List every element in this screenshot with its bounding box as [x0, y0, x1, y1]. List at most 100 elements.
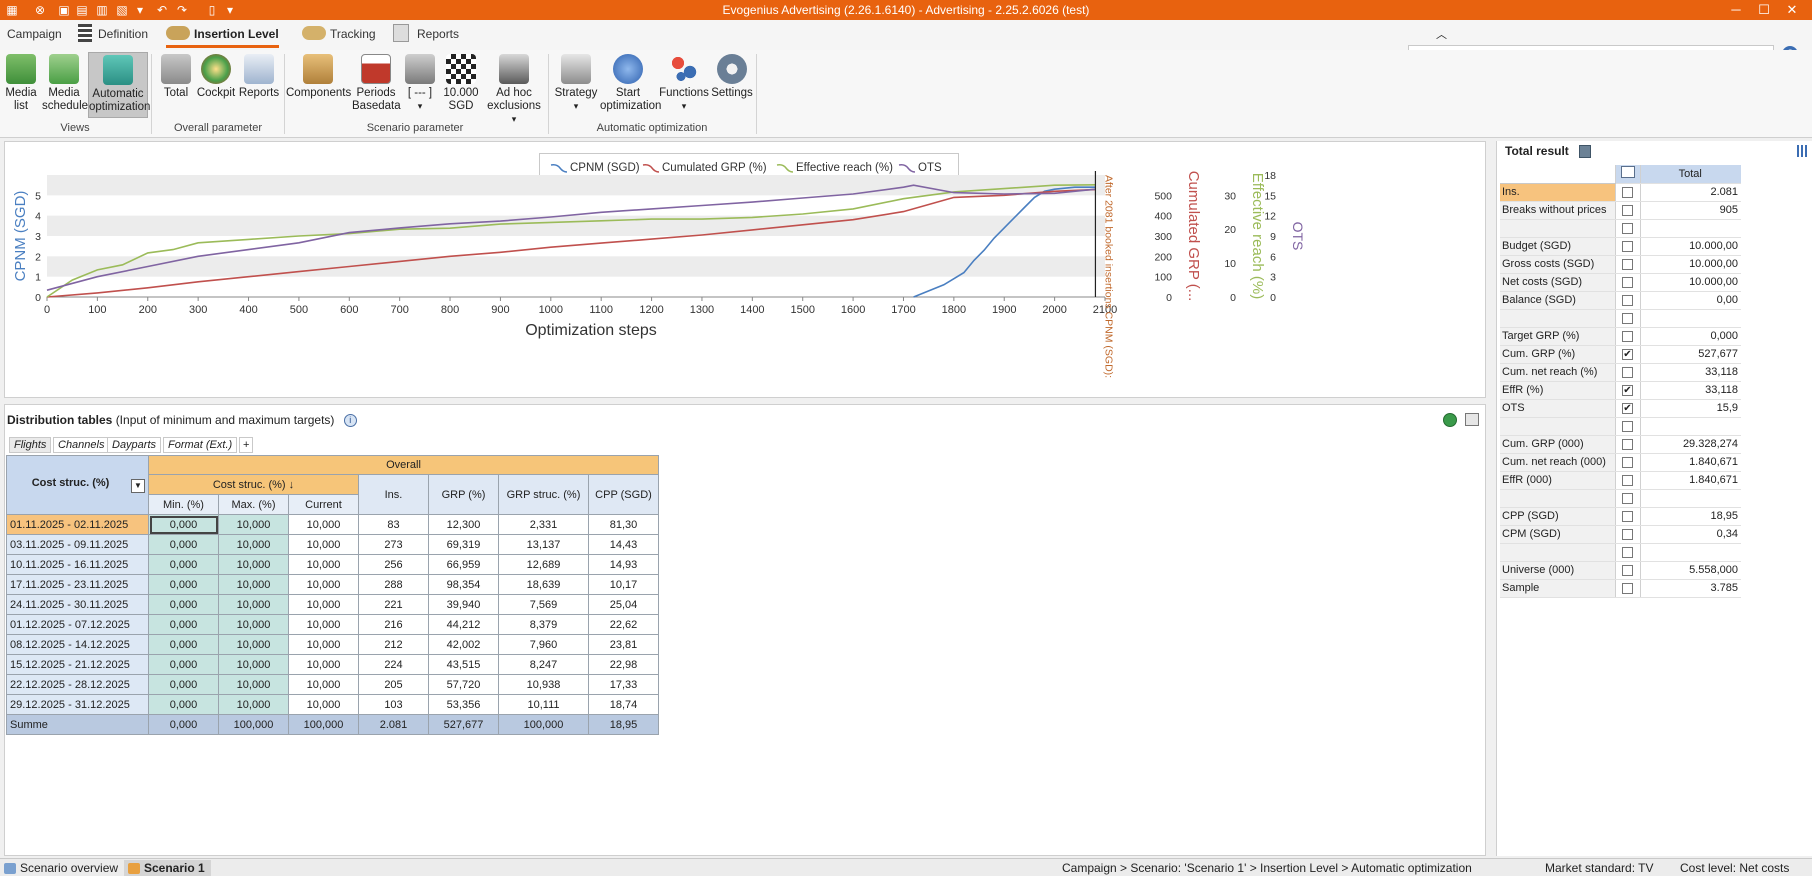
total-column-header[interactable]: Total: [1639, 165, 1741, 184]
tab-tracking[interactable]: Tracking: [302, 26, 376, 41]
checkbox[interactable]: [1622, 330, 1633, 342]
checkbox-checked[interactable]: ✔: [1622, 348, 1633, 360]
cell-min[interactable]: 0,000: [148, 674, 219, 695]
checkbox[interactable]: [1622, 222, 1633, 234]
cell-max[interactable]: 10,000: [218, 694, 289, 715]
checkbox[interactable]: [1622, 510, 1633, 522]
adhoc-exclusions-button[interactable]: Ad hoc exclusions ▾: [484, 52, 544, 126]
cell-max[interactable]: 10,000: [218, 674, 289, 695]
checkbox[interactable]: [1622, 528, 1633, 540]
tab-scenario-overview[interactable]: Scenario overview: [0, 860, 124, 876]
cell-max[interactable]: 10,000: [218, 514, 289, 535]
settings-button[interactable]: Settings: [710, 52, 754, 100]
checkbox[interactable]: [1622, 456, 1633, 468]
col-header-cpp[interactable]: CPP (SGD): [588, 474, 659, 515]
checkbox[interactable]: [1622, 258, 1633, 270]
checkbox[interactable]: [1622, 276, 1633, 288]
checkbox[interactable]: [1622, 240, 1633, 252]
checkbox[interactable]: [1622, 492, 1633, 504]
cell-min[interactable]: 0,000: [148, 534, 219, 555]
tab-reports[interactable]: Reports: [393, 24, 459, 42]
cell-min[interactable]: 0,000: [148, 634, 219, 655]
cell-min[interactable]: 0,000: [148, 554, 219, 575]
checkbox-checked[interactable]: ✔: [1622, 384, 1633, 396]
media-schedule-button[interactable]: Media schedule: [42, 52, 88, 113]
row-label[interactable]: 08.12.2025 - 14.12.2025: [6, 634, 149, 655]
cockpit-button[interactable]: Cockpit: [196, 52, 236, 100]
columns-icon[interactable]: [1797, 145, 1809, 157]
row-label[interactable]: 15.12.2025 - 21.12.2025: [6, 654, 149, 675]
add-tab-icon[interactable]: +: [239, 437, 254, 453]
periods-basedata-button[interactable]: Periods Basedata: [352, 52, 401, 113]
row-label[interactable]: 24.11.2025 - 30.11.2025: [6, 594, 149, 615]
tab-format-ext[interactable]: Format (Ext.): [163, 437, 238, 453]
cell-min[interactable]: 0,000: [148, 574, 219, 595]
tab-scenario-1[interactable]: Scenario 1: [124, 860, 211, 876]
maximize-button[interactable]: ☐: [1750, 0, 1778, 20]
cell-max[interactable]: 10,000: [218, 534, 289, 555]
collapse-ribbon-icon[interactable]: ︿: [1436, 26, 1447, 42]
row-label[interactable]: 29.12.2025 - 31.12.2025: [6, 694, 149, 715]
tab-channels[interactable]: Channels: [53, 437, 110, 453]
start-optimization-button[interactable]: Start optimization: [600, 52, 661, 113]
row-label[interactable]: 01.12.2025 - 07.12.2025: [6, 614, 149, 635]
budget-button[interactable]: 10.000 SGD: [440, 52, 482, 113]
components-button[interactable]: Components: [286, 52, 351, 100]
checkbox[interactable]: [1622, 420, 1633, 432]
strategy-button[interactable]: Strategy ▾: [552, 52, 600, 113]
minimize-button[interactable]: ─: [1722, 0, 1750, 20]
checkbox[interactable]: [1622, 438, 1633, 450]
cell-min[interactable]: 0,000: [148, 654, 219, 675]
chart-toggle-header[interactable]: [1614, 165, 1640, 184]
checkbox[interactable]: [1622, 204, 1633, 216]
tab-dayparts[interactable]: Dayparts: [107, 437, 162, 453]
tab-flights[interactable]: Flights: [9, 437, 52, 453]
col-header-grp[interactable]: GRP (%): [428, 474, 499, 515]
chevron-down-icon[interactable]: ▼: [131, 479, 145, 493]
media-list-button[interactable]: Media list: [2, 52, 40, 113]
total-result-settings-icon[interactable]: [1579, 145, 1591, 158]
cell-max[interactable]: 10,000: [218, 554, 289, 575]
refresh-icon[interactable]: [1443, 413, 1457, 427]
cell-min[interactable]: 0,000: [148, 594, 219, 615]
col-header-ins[interactable]: Ins.: [358, 474, 429, 515]
functions-button[interactable]: Functions ▾: [658, 52, 710, 113]
info-icon[interactable]: i: [343, 414, 357, 428]
row-label[interactable]: Summe: [6, 714, 149, 735]
tab-definition[interactable]: Definition: [78, 24, 148, 42]
reports-button[interactable]: Reports: [238, 52, 280, 100]
total-button[interactable]: Total: [158, 52, 194, 100]
checkbox[interactable]: [1622, 546, 1633, 558]
checkbox[interactable]: [1622, 294, 1633, 306]
tab-insertion-level[interactable]: Insertion Level: [166, 26, 279, 48]
row-label[interactable]: 10.11.2025 - 16.11.2025: [6, 554, 149, 575]
checkbox[interactable]: [1622, 366, 1633, 378]
corner-header[interactable]: Cost struc. (%) ▼: [6, 455, 149, 515]
checkbox[interactable]: [1622, 186, 1633, 198]
automatic-optimization-view-button[interactable]: Automatic optimization: [88, 52, 150, 118]
table-settings-icon[interactable]: [1465, 413, 1479, 426]
checkbox-checked[interactable]: ✔: [1622, 402, 1633, 414]
checkbox[interactable]: [1622, 582, 1633, 594]
cell-max[interactable]: 10,000: [218, 654, 289, 675]
cell-max[interactable]: 10,000: [218, 634, 289, 655]
col-header-min[interactable]: Min. (%): [148, 494, 219, 515]
basket-dropdown-button[interactable]: [ --- ] ▾: [402, 52, 438, 113]
row-label[interactable]: 03.11.2025 - 09.11.2025: [6, 534, 149, 555]
checkbox[interactable]: [1622, 474, 1633, 486]
row-label[interactable]: 22.12.2025 - 28.12.2025: [6, 674, 149, 695]
cell-max[interactable]: 10,000: [218, 594, 289, 615]
checkbox[interactable]: [1622, 564, 1633, 576]
cell-min[interactable]: 0,000: [148, 514, 219, 535]
col-header-grp-struc[interactable]: GRP struc. (%): [498, 474, 589, 515]
cell-max[interactable]: 10,000: [218, 614, 289, 635]
cell-max[interactable]: 10,000: [218, 574, 289, 595]
col-header-current[interactable]: Current: [288, 494, 359, 515]
checkbox[interactable]: [1622, 312, 1633, 324]
cell-min[interactable]: 0,000: [148, 694, 219, 715]
tab-campaign[interactable]: Campaign: [7, 27, 62, 41]
col-header-max[interactable]: Max. (%): [218, 494, 289, 515]
close-button[interactable]: ✕: [1778, 0, 1806, 20]
row-label[interactable]: 17.11.2025 - 23.11.2025: [6, 574, 149, 595]
cost-struc-group-header[interactable]: Cost struc. (%) ↓: [148, 474, 359, 495]
